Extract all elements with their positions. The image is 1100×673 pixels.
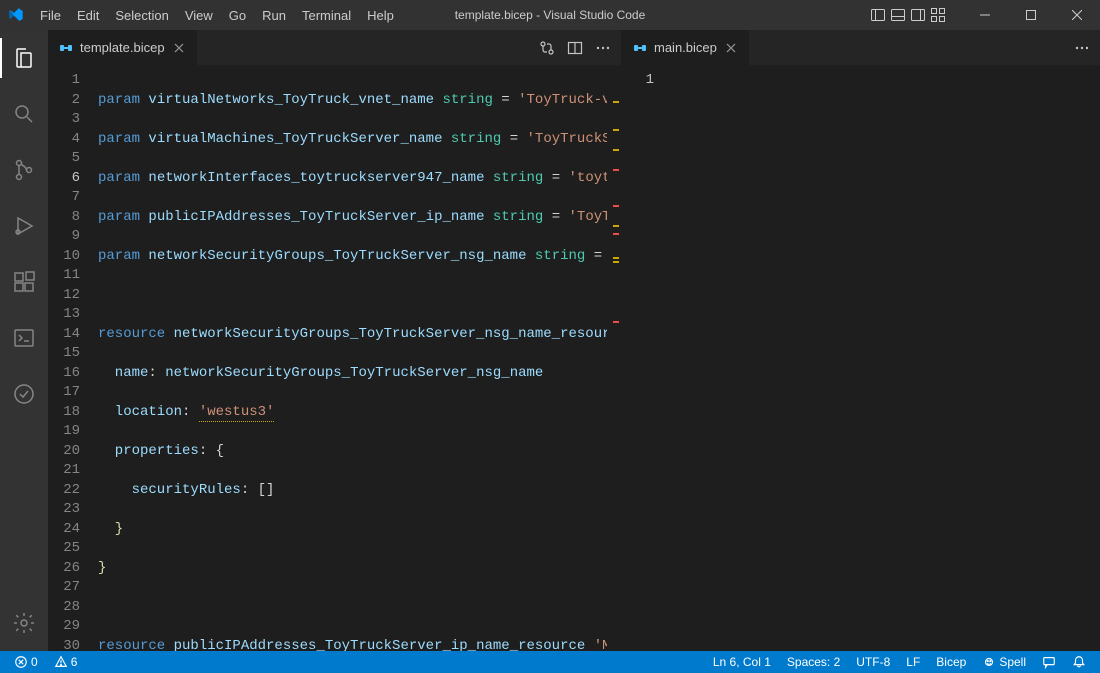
status-spaces[interactable]: Spaces: 2 bbox=[783, 655, 844, 669]
code-editor-right[interactable]: 1 bbox=[622, 65, 1100, 651]
menu-edit[interactable]: Edit bbox=[69, 4, 107, 27]
overview-ruler[interactable] bbox=[607, 65, 621, 651]
search-icon[interactable] bbox=[0, 94, 48, 134]
menu-run[interactable]: Run bbox=[254, 4, 294, 27]
minimize-button[interactable] bbox=[962, 0, 1008, 30]
extensions-icon[interactable] bbox=[0, 262, 48, 302]
source-control-icon[interactable] bbox=[0, 150, 48, 190]
close-icon[interactable] bbox=[723, 40, 739, 56]
code-content[interactable]: param virtualNetworks_ToyTruck_vnet_name… bbox=[98, 65, 607, 651]
title-right bbox=[870, 0, 1100, 30]
close-button[interactable] bbox=[1054, 0, 1100, 30]
status-bar: 0 6 Ln 6, Col 1 Spaces: 2 UTF-8 LF Bicep… bbox=[0, 651, 1100, 673]
terminal-icon[interactable] bbox=[0, 318, 48, 358]
status-language[interactable]: Bicep bbox=[932, 655, 970, 669]
status-warnings[interactable]: 6 bbox=[50, 655, 82, 669]
menu-file[interactable]: File bbox=[32, 4, 69, 27]
title-bar: File Edit Selection View Go Run Terminal… bbox=[0, 0, 1100, 30]
status-lncol[interactable]: Ln 6, Col 1 bbox=[709, 655, 775, 669]
layout-icon-sidebar-left[interactable] bbox=[870, 7, 886, 23]
maximize-button[interactable] bbox=[1008, 0, 1054, 30]
menu-selection[interactable]: Selection bbox=[107, 4, 176, 27]
status-eol[interactable]: LF bbox=[902, 655, 924, 669]
close-icon[interactable] bbox=[171, 40, 187, 56]
menu-view[interactable]: View bbox=[177, 4, 221, 27]
check-icon[interactable] bbox=[0, 374, 48, 414]
vscode-icon bbox=[8, 7, 24, 23]
status-feedback-icon[interactable] bbox=[1038, 655, 1060, 669]
more-icon[interactable] bbox=[1074, 40, 1090, 56]
settings-gear-icon[interactable] bbox=[0, 603, 48, 643]
git-compare-icon[interactable] bbox=[539, 40, 555, 56]
status-encoding[interactable]: UTF-8 bbox=[852, 655, 894, 669]
editor-group-left: template.bicep 1234567891011121314151617… bbox=[48, 30, 622, 651]
status-errors[interactable]: 0 bbox=[10, 655, 42, 669]
menu-bar: File Edit Selection View Go Run Terminal… bbox=[32, 4, 402, 27]
status-bell-icon[interactable] bbox=[1068, 655, 1090, 669]
tab-main-bicep[interactable]: main.bicep bbox=[622, 30, 750, 65]
line-gutter: 1 bbox=[622, 65, 672, 651]
layout-icon-customize[interactable] bbox=[930, 7, 946, 23]
menu-help[interactable]: Help bbox=[359, 4, 402, 27]
tab-label: main.bicep bbox=[654, 40, 717, 55]
layout-icon-sidebar-right[interactable] bbox=[910, 7, 926, 23]
window-title: template.bicep - Visual Studio Code bbox=[455, 8, 646, 22]
tab-template-bicep[interactable]: template.bicep bbox=[48, 30, 198, 65]
tab-label: template.bicep bbox=[80, 40, 165, 55]
status-spell[interactable]: Spell bbox=[978, 655, 1030, 669]
split-editor-icon[interactable] bbox=[567, 40, 583, 56]
editor-group-right: main.bicep 1 bbox=[622, 30, 1100, 651]
code-content[interactable] bbox=[672, 65, 1100, 651]
line-gutter: 1234567891011121314151617181920212223242… bbox=[48, 65, 98, 651]
run-debug-icon[interactable] bbox=[0, 206, 48, 246]
menu-terminal[interactable]: Terminal bbox=[294, 4, 359, 27]
bicep-file-icon bbox=[58, 40, 74, 56]
explorer-icon[interactable] bbox=[0, 38, 48, 78]
bicep-file-icon bbox=[632, 40, 648, 56]
menu-go[interactable]: Go bbox=[221, 4, 254, 27]
code-editor-left[interactable]: 1234567891011121314151617181920212223242… bbox=[48, 65, 621, 651]
activity-bar bbox=[0, 30, 48, 651]
more-icon[interactable] bbox=[595, 40, 611, 56]
layout-icon-panel-bottom[interactable] bbox=[890, 7, 906, 23]
